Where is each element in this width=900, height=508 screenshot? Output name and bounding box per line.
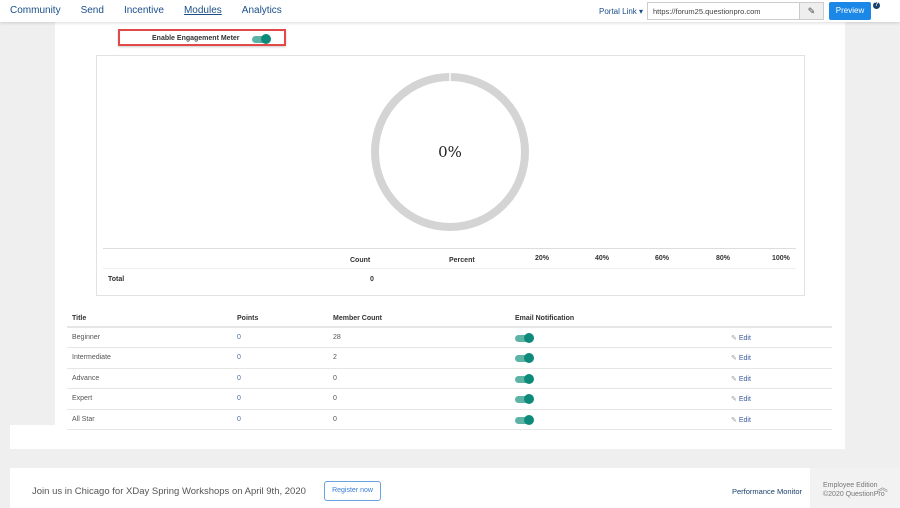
- nav-incentive[interactable]: Incentive: [124, 5, 164, 16]
- level-member-count: 0: [333, 395, 337, 403]
- edit-button[interactable]: ✎ Edit: [731, 334, 751, 342]
- nav-analytics[interactable]: Analytics: [242, 5, 282, 16]
- edition-label: Employee Edition: [823, 482, 878, 489]
- stats-total-row: Total 0: [103, 269, 796, 291]
- portal-link-label: Portal Link: [599, 7, 637, 16]
- engagement-percent: 0%: [438, 143, 462, 161]
- levels-table: Title Points Member Count Email Notifica…: [67, 310, 832, 430]
- level-member-count: 0: [333, 415, 337, 423]
- main-nav: Community Send Incentive Modules Analyti…: [10, 5, 302, 16]
- level-points: 0: [237, 374, 241, 382]
- level-title: Beginner: [72, 334, 101, 341]
- panel-edge: [10, 425, 55, 449]
- level-points: 0: [237, 334, 241, 341]
- level-row: All Star 0 0 ✎ Edit: [67, 410, 832, 430]
- scale-40: 40%: [595, 255, 610, 262]
- email-notification-header: Email Notification: [515, 315, 575, 322]
- nav-modules[interactable]: Modules: [184, 5, 222, 16]
- caret-down-icon: ▾: [639, 7, 644, 16]
- title-header: Title: [72, 315, 87, 322]
- edit-icon: ✎: [731, 416, 737, 424]
- count-header: Count: [350, 257, 371, 264]
- edit-icon: ✎: [731, 396, 737, 404]
- help-icon[interactable]: ?: [873, 2, 880, 9]
- footer: Join us in Chicago for XDay Spring Works…: [10, 468, 900, 508]
- edit-icon: ✎: [731, 375, 737, 383]
- level-points: 0: [237, 395, 241, 403]
- edit-label: Edit: [738, 416, 751, 424]
- engagement-meter-toggle[interactable]: [252, 34, 271, 44]
- edit-button[interactable]: ✎ Edit: [731, 416, 751, 424]
- level-member-count: 2: [333, 354, 337, 362]
- edit-icon: ✎: [731, 335, 737, 342]
- edit-button[interactable]: ✎ Edit: [731, 375, 751, 383]
- top-bar: Community Send Incentive Modules Analyti…: [0, 0, 900, 22]
- nav-send[interactable]: Send: [81, 5, 104, 16]
- portal-url-field[interactable]: https://forum25.questionpro.com: [647, 2, 800, 20]
- scale-100: 100%: [772, 255, 790, 262]
- performance-monitor-link[interactable]: Performance Monitor: [732, 487, 802, 496]
- nav-community[interactable]: Community: [10, 5, 61, 16]
- engagement-meter-label: Enable Engagement Meter: [152, 35, 240, 42]
- level-title: All Star: [72, 415, 95, 423]
- email-notification-toggle[interactable]: [515, 414, 534, 425]
- member-count-header: Member Count: [333, 315, 382, 322]
- pencil-icon[interactable]: ✎: [800, 2, 824, 20]
- level-points: 0: [237, 415, 241, 423]
- email-notification-toggle[interactable]: [515, 353, 534, 364]
- level-title: Advance: [72, 374, 100, 382]
- copyright: ©2020 QuestionPro: [823, 491, 885, 498]
- levels-header: Title Points Member Count Email Notifica…: [67, 310, 832, 328]
- preview-button[interactable]: Preview: [829, 2, 871, 20]
- total-count: 0: [370, 276, 374, 283]
- register-now-button[interactable]: Register now: [324, 481, 381, 501]
- engagement-meter-toggle-row: Enable Engagement Meter: [118, 29, 286, 46]
- level-member-count: 28: [333, 334, 341, 341]
- edit-icon: ✎: [731, 355, 737, 363]
- email-notification-toggle[interactable]: [515, 373, 534, 384]
- level-row: Advance 0 0 ✎ Edit: [67, 369, 832, 390]
- portal-link-dropdown[interactable]: Portal Link ▾: [599, 7, 643, 16]
- level-member-count: 0: [333, 374, 337, 382]
- percent-header: Percent: [449, 257, 475, 264]
- edit-button[interactable]: ✎ Edit: [731, 395, 751, 403]
- scale-80: 80%: [716, 255, 731, 262]
- level-row: Beginner 0 28 ✎ Edit: [67, 328, 832, 349]
- scroll-to-top-icon[interactable]: ︽: [877, 483, 888, 494]
- scale-20: 20%: [535, 255, 550, 262]
- edit-label: Edit: [738, 396, 751, 404]
- promo-text: Join us in Chicago for XDay Spring Works…: [32, 486, 306, 497]
- points-header: Points: [237, 315, 259, 322]
- stats-table: Count Percent 20% 40% 60% 80% 100% Total…: [103, 248, 796, 291]
- email-notification-toggle[interactable]: [515, 333, 534, 343]
- edit-label: Edit: [738, 335, 751, 342]
- level-title: Expert: [72, 395, 93, 403]
- total-label: Total: [108, 276, 125, 283]
- level-row: Expert 0 0 ✎ Edit: [67, 389, 832, 410]
- scale-60: 60%: [655, 255, 670, 262]
- edit-label: Edit: [738, 355, 751, 363]
- level-row: Intermediate 0 2 ✎ Edit: [67, 348, 832, 369]
- email-notification-toggle[interactable]: [515, 394, 534, 405]
- stats-header: Count Percent 20% 40% 60% 80% 100%: [103, 249, 796, 269]
- level-title: Intermediate: [72, 354, 111, 362]
- edit-button[interactable]: ✎ Edit: [731, 354, 751, 362]
- edition-box: Employee Edition ©2020 QuestionPro ︽: [810, 468, 900, 508]
- edit-label: Edit: [738, 375, 751, 383]
- level-points: 0: [237, 354, 241, 362]
